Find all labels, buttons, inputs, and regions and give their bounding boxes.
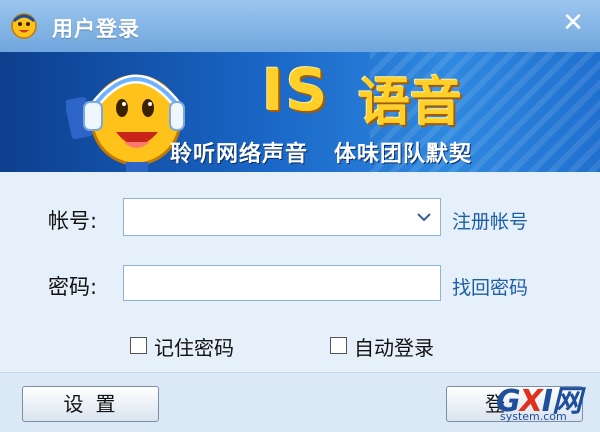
close-icon[interactable]: ✕	[558, 8, 588, 38]
brand-name: 语音	[358, 73, 463, 133]
login-window: 用户登录 ✕ IS 语音 聆听网络声音 体味团队默契 帐号: 注册帐号 密码: …	[0, 0, 600, 432]
auto-login-checkbox[interactable]	[330, 337, 347, 354]
window-title: 用户登录	[52, 17, 140, 41]
site-watermark: GXI网 system.com	[496, 376, 596, 424]
brand-prefix: IS	[262, 56, 330, 124]
watermark-site: system.com	[500, 410, 567, 423]
slogan-left: 聆听网络声音	[170, 142, 309, 167]
remember-password-checkbox[interactable]	[130, 337, 147, 354]
chevron-down-icon[interactable]	[414, 207, 434, 227]
remember-password-label[interactable]: 记住密码	[154, 332, 234, 361]
recover-password-link[interactable]: 找回密码	[452, 273, 528, 300]
settings-button[interactable]: 设置	[22, 386, 159, 422]
account-label: 帐号:	[48, 209, 98, 233]
banner: IS 语音 聆听网络声音 体味团队默契	[0, 52, 600, 172]
app-face-icon	[11, 13, 37, 39]
mascot-headset-icon	[66, 74, 185, 172]
password-field[interactable]	[123, 265, 441, 301]
slogan: 聆听网络声音 体味团队默契	[170, 136, 472, 168]
password-label: 密码:	[48, 275, 98, 299]
auto-login-label[interactable]: 自动登录	[354, 332, 434, 361]
register-account-link[interactable]: 注册帐号	[452, 207, 528, 234]
account-combobox[interactable]	[123, 198, 441, 236]
title-bar[interactable]: 用户登录 ✕	[0, 0, 600, 52]
slogan-right: 体味团队默契	[334, 142, 473, 167]
